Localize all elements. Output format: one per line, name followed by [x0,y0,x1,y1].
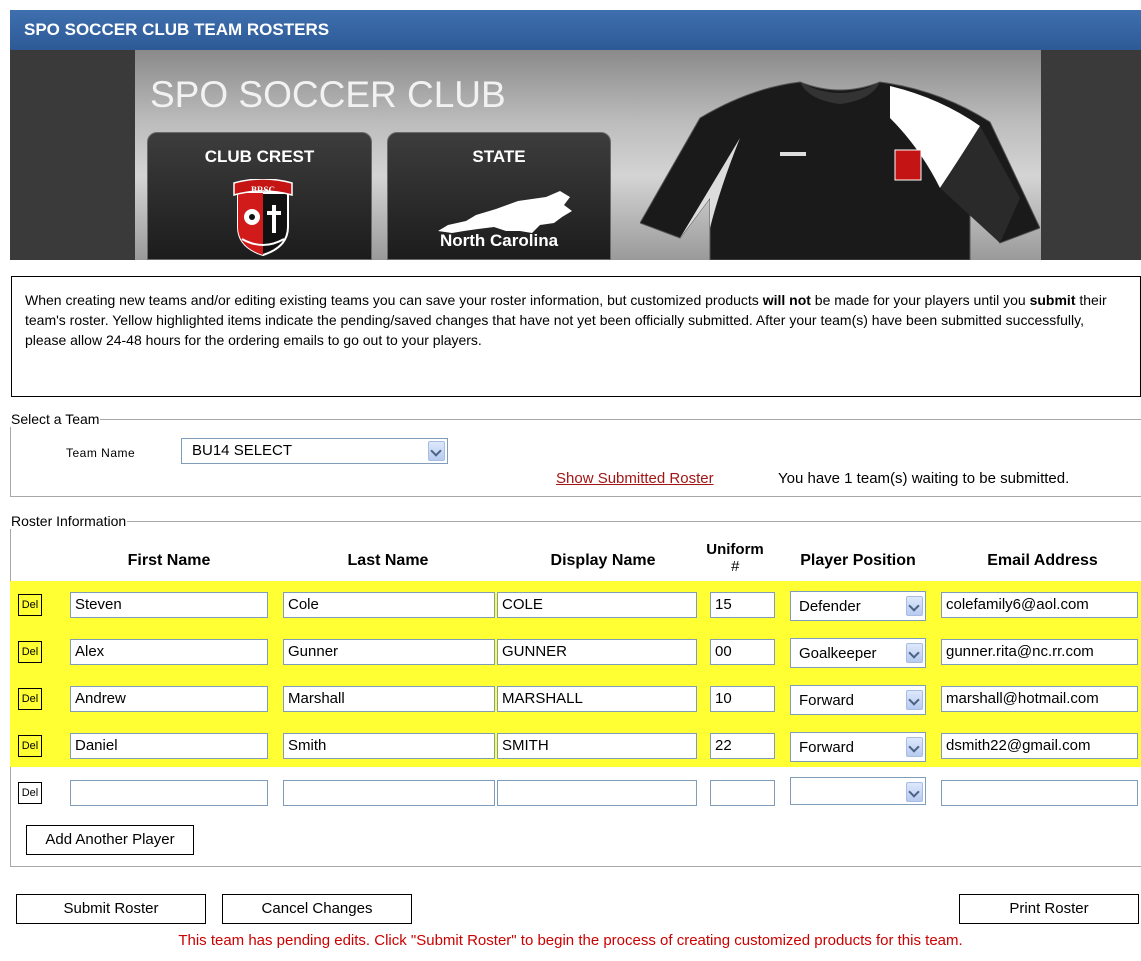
banner-image: SPO SOCCER CLUB CLUB CREST BRSC STATE No… [135,50,1041,260]
first-name-field[interactable]: Steven [70,592,268,618]
instructions-text-2: be made for your players until you [810,292,1030,308]
chevron-down-icon[interactable] [906,643,923,663]
page-title: SPO SOCCER CLUB TEAM ROSTERS [24,20,330,39]
instructions-emphasis-submit: submit [1029,292,1076,308]
first-name-field[interactable]: Alex [70,639,268,665]
chevron-down-icon[interactable] [906,782,923,802]
column-header-uniform: Uniform # [705,541,765,575]
uniform-number-field[interactable]: 10 [710,686,775,712]
state-label: STATE [472,147,526,166]
select-team-legend: Select a Team [11,411,100,427]
column-header-uniform-line2: # [730,558,740,575]
roster-information-legend: Roster Information [11,513,127,529]
team-name-select[interactable]: BU14 SELECT [181,438,448,464]
delete-player-button[interactable]: Del [18,641,42,663]
display-name-field[interactable]: MARSHALL [497,686,697,712]
column-header-first-name: First Name [127,552,211,569]
first-name-field[interactable]: Andrew [70,686,268,712]
crest-lettering: BRSC [251,185,275,195]
team-name-label: Team Name [66,446,136,460]
instructions-emphasis-will-not: will not [762,292,811,308]
player-position-value: Goalkeeper [799,645,877,662]
state-name: North Carolina [439,231,559,250]
chevron-down-icon[interactable] [906,596,923,616]
column-header-uniform-line1: Uniform [706,541,764,558]
team-name-value: BU14 SELECT [192,442,293,459]
display-name-field[interactable]: COLE [497,592,697,618]
first-name-field[interactable]: Daniel [70,733,268,759]
column-header-display-name: Display Name [550,552,656,569]
show-submitted-roster-link[interactable]: Show Submitted Roster [556,470,714,487]
north-carolina-map-icon [438,191,572,233]
email-address-field[interactable]: marshall@hotmail.com [941,686,1138,712]
column-header-player-position: Player Position [800,552,916,569]
last-name-field[interactable]: Cole [283,592,495,618]
cancel-changes-button[interactable]: Cancel Changes [222,894,412,924]
email-address-field[interactable]: colefamily6@aol.com [941,592,1138,618]
page-title-bar: SPO SOCCER CLUB TEAM ROSTERS [10,10,1141,50]
email-address-field[interactable] [941,780,1138,806]
chevron-down-icon[interactable] [428,441,445,461]
delete-player-button[interactable]: Del [18,782,42,804]
instructions-text-1: When creating new teams and/or editing e… [25,292,763,308]
column-header-email-address: Email Address [987,552,1098,569]
display-name-field[interactable]: GUNNER [497,639,697,665]
submit-roster-button[interactable]: Submit Roster [16,894,206,924]
uniform-number-field[interactable] [710,780,775,806]
player-position-select[interactable]: Forward [790,685,926,715]
print-roster-button[interactable]: Print Roster [959,894,1139,924]
player-position-value: Defender [799,598,861,615]
column-header-last-name: Last Name [347,552,429,569]
last-name-field[interactable] [283,780,495,806]
display-name-field[interactable]: SMITH [497,733,697,759]
uniform-number-field[interactable]: 00 [710,639,775,665]
delete-player-button[interactable]: Del [18,735,42,757]
club-banner: SPO SOCCER CLUB CLUB CREST BRSC STATE No… [10,50,1141,260]
add-another-player-button[interactable]: Add Another Player [26,825,194,855]
player-position-select[interactable] [790,777,926,805]
chevron-down-icon[interactable] [906,737,923,757]
display-name-field[interactable] [497,780,697,806]
uniform-number-field[interactable]: 15 [710,592,775,618]
roster-instructions: When creating new teams and/or editing e… [11,276,1141,397]
player-position-select[interactable]: Forward [790,732,926,762]
uniform-number-field[interactable]: 22 [710,733,775,759]
teams-waiting-status: You have 1 team(s) waiting to be submitt… [778,470,1070,487]
player-position-value: Forward [799,692,855,709]
club-crest-panel: CLUB CREST BRSC [147,132,372,260]
first-name-field[interactable] [70,780,268,806]
club-crest-label: CLUB CREST [204,147,315,166]
chevron-down-icon[interactable] [906,690,923,710]
club-crest-icon: BRSC [233,179,293,257]
club-name: SPO SOCCER CLUB [150,74,506,115]
player-position-value: Forward [799,739,855,756]
delete-player-button[interactable]: Del [18,688,42,710]
player-position-select[interactable]: Defender [790,591,926,621]
email-address-field[interactable]: dsmith22@gmail.com [941,733,1138,759]
email-address-field[interactable]: gunner.rita@nc.rr.com [941,639,1138,665]
pending-edits-message: This team has pending edits. Click "Subm… [178,932,963,949]
last-name-field[interactable]: Marshall [283,686,495,712]
state-panel: STATE North Carolina [387,132,611,260]
jersey-image [640,81,1040,260]
last-name-field[interactable]: Smith [283,733,495,759]
delete-player-button[interactable]: Del [18,594,42,616]
last-name-field[interactable]: Gunner [283,639,495,665]
player-position-select[interactable]: Goalkeeper [790,638,926,668]
